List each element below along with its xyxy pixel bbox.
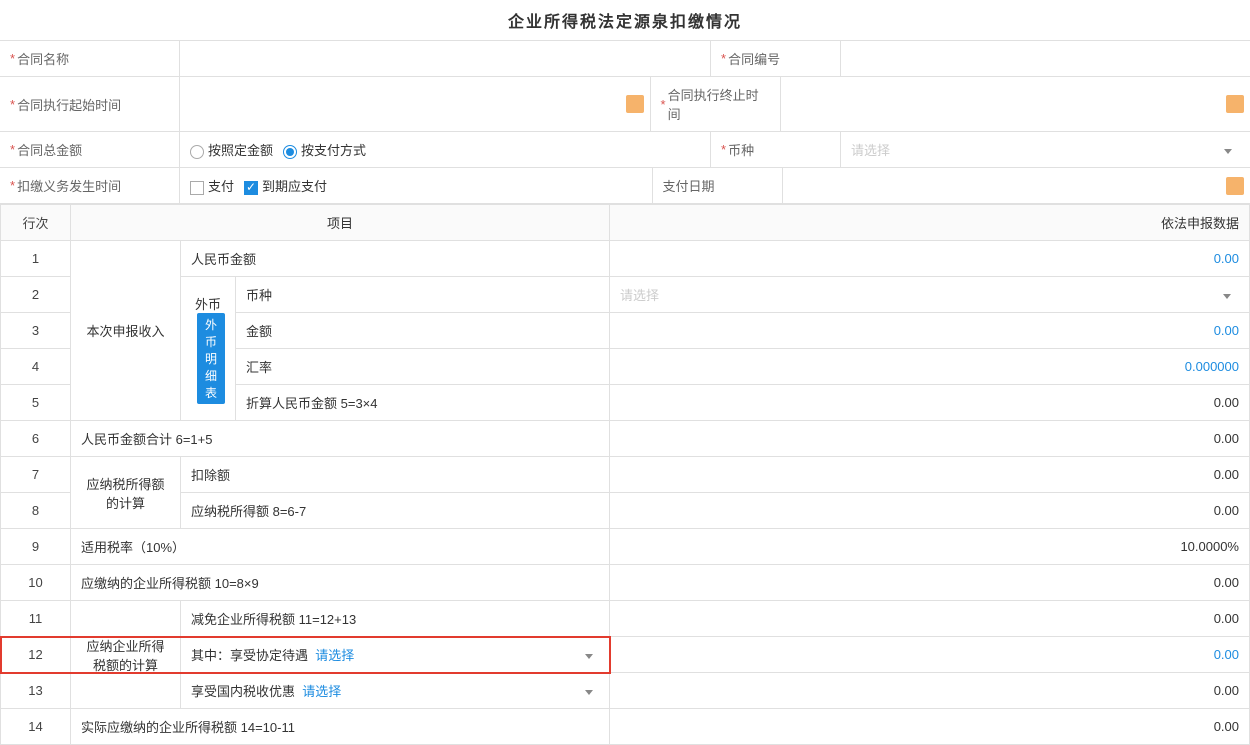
select-fcurrency[interactable]: 请选择 bbox=[610, 277, 1250, 313]
th-val: 依法申报数据 bbox=[610, 205, 1250, 241]
table-row: 9 适用税率（10%） 10.0000% bbox=[1, 529, 1250, 565]
table-row: 2 外币 外币明细表 币种 请选择 bbox=[1, 277, 1250, 313]
calendar-icon bbox=[1226, 177, 1244, 195]
chevron-down-icon bbox=[585, 683, 593, 698]
checkbox-pay[interactable]: 支付 bbox=[190, 176, 234, 195]
table-row: 14 实际应缴纳的企业所得税额 14=10-11 0.00 bbox=[1, 709, 1250, 745]
cat-ent-tax: 应纳企业所得税额的计算 bbox=[71, 601, 181, 709]
table-row: 12 其中：享受协定待遇 请选择 0.00 bbox=[1, 637, 1250, 673]
label-exec-start: 合同执行起始时间 bbox=[0, 77, 180, 131]
select-currency[interactable]: 请选择 bbox=[840, 132, 1250, 167]
table-row: 10 应缴纳的企业所得税额 10=8×9 0.00 bbox=[1, 565, 1250, 601]
label-contract-name: 合同名称 bbox=[0, 41, 180, 76]
input-pay-date[interactable] bbox=[782, 168, 1250, 203]
cat-foreign: 外币 外币明细表 bbox=[181, 277, 236, 421]
input-exec-end[interactable] bbox=[780, 77, 1250, 131]
tax-table: 行次 项目 依法申报数据 1 本次申报收入 人民币金额 0.00 2 外币 外币… bbox=[0, 204, 1250, 745]
select-treaty[interactable]: 请选择 bbox=[315, 648, 354, 663]
page-title: 企业所得税法定源泉扣缴情况 bbox=[0, 0, 1250, 40]
chevron-down-icon bbox=[585, 647, 593, 662]
label-currency: 币种 bbox=[710, 132, 840, 167]
radio-by-payment[interactable]: 按支付方式 bbox=[283, 140, 366, 159]
chevron-down-icon bbox=[1224, 142, 1232, 157]
th-item: 项目 bbox=[71, 205, 610, 241]
val-rmb[interactable]: 0.00 bbox=[610, 241, 1250, 277]
calendar-icon bbox=[626, 95, 644, 113]
table-row: 11 应纳企业所得税额的计算 减免企业所得税额 11=12+13 0.00 bbox=[1, 601, 1250, 637]
label-pay-date: 支付日期 bbox=[652, 168, 782, 203]
label-contract-no: 合同编号 bbox=[710, 41, 840, 76]
table-row: 13 享受国内税收优惠 请选择 0.00 bbox=[1, 673, 1250, 709]
cell-withhold-opts: 支付 到期应支付 bbox=[180, 168, 652, 203]
th-seq: 行次 bbox=[1, 205, 71, 241]
checkbox-due[interactable]: 到期应支付 bbox=[244, 176, 327, 195]
foreign-detail-button[interactable]: 外币明细表 bbox=[197, 313, 225, 404]
cat-tax-calc: 应纳税所得额的计算 bbox=[71, 457, 181, 529]
label-withhold-time: 扣缴义务发生时间 bbox=[0, 168, 180, 203]
table-row: 6 人民币金额合计 6=1+5 0.00 bbox=[1, 421, 1250, 457]
radio-by-amount[interactable]: 按照定金额 bbox=[190, 140, 273, 159]
form-area: 合同名称 合同编号 合同执行起始时间 合同执行终止时间 合同总金额 按照定金额 … bbox=[0, 40, 1250, 204]
select-domestic-pref[interactable]: 请选择 bbox=[302, 684, 341, 699]
input-contract-name[interactable] bbox=[180, 41, 710, 76]
table-row: 8 应纳税所得额 8=6-7 0.00 bbox=[1, 493, 1250, 529]
table-row: 1 本次申报收入 人民币金额 0.00 bbox=[1, 241, 1250, 277]
cell-amount-mode: 按照定金额 按支付方式 bbox=[180, 132, 710, 167]
label-exec-end: 合同执行终止时间 bbox=[650, 77, 780, 131]
label-total-amount: 合同总金额 bbox=[0, 132, 180, 167]
table-row: 7 应纳税所得额的计算 扣除额 0.00 bbox=[1, 457, 1250, 493]
input-exec-start[interactable] bbox=[180, 77, 650, 131]
chevron-down-icon bbox=[1223, 287, 1231, 302]
input-contract-no[interactable] bbox=[840, 41, 1250, 76]
calendar-icon bbox=[1226, 95, 1244, 113]
cat-income: 本次申报收入 bbox=[71, 241, 181, 421]
